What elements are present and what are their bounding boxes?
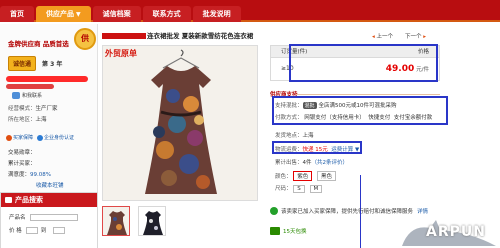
protection-icon	[6, 134, 12, 141]
search-panel-header: 产品搜索	[1, 193, 97, 207]
next-label: 下一个	[405, 34, 422, 40]
collect-shop-link[interactable]: 收藏本旺铺	[36, 181, 64, 189]
shop-title: 金牌供应商 品质首选	[8, 40, 69, 48]
buyer-protection-label: 买家保障	[13, 135, 34, 141]
row-key: 累计出售：	[275, 160, 303, 166]
redacted-company-subtitle	[6, 84, 54, 89]
stat-key: 累计买家：	[8, 161, 36, 167]
price-min-input[interactable]	[25, 227, 38, 234]
supplier-seal-icon: 供	[74, 28, 96, 50]
info-value: 上海	[35, 117, 47, 123]
trust-badge: 诚信通	[8, 56, 37, 71]
stat-medal: 交易勋章：	[8, 148, 36, 156]
size-row: 尺码： S M	[275, 184, 325, 193]
redacted-title-prefix	[102, 33, 146, 39]
color-row: 颜色： 紫色 黑色	[275, 171, 339, 181]
image-label: 外贸原单	[105, 49, 137, 58]
nav-wholesale-info[interactable]: 批发说明	[192, 6, 241, 22]
notice-text: 该卖家已加入买家保障，提供先行赔付和诚信保障服务	[281, 209, 414, 215]
highlight-support-box	[272, 96, 448, 125]
buyer-protection-notice: 该卖家已加入买家保障，提供先行赔付和诚信保障服务 详情	[270, 205, 470, 217]
next-product-link[interactable]: 下一个 ▸	[405, 32, 426, 40]
stat-buyers: 累计买家：	[8, 159, 36, 167]
size-option-m[interactable]: M	[309, 185, 323, 193]
product-name-field: 产品名	[9, 213, 78, 221]
reviews-link[interactable]: （共2条评价）	[312, 160, 349, 166]
dress-illustration	[103, 46, 257, 200]
prev-product-link[interactable]: ◂ 上一个	[372, 32, 393, 40]
row-key: 发货地点：	[275, 133, 303, 139]
product-pager: ◂ 上一个 下一个 ▸	[372, 32, 426, 40]
thumbnail-2[interactable]	[138, 206, 166, 236]
product-title-text: 连衣裙批发 夏装新款雪纺花色连衣裙	[147, 32, 254, 40]
chat-icon[interactable]	[12, 92, 20, 99]
stat-satisfaction: 满意度：99.08%	[8, 170, 51, 178]
contact-link[interactable]: 和我联系	[22, 92, 42, 99]
notice-details-link[interactable]: 详情	[417, 207, 428, 215]
product-search-panel: 产品搜索 产品名 价 格 到	[0, 192, 98, 248]
exchange-policy: 15天包换	[270, 227, 307, 235]
size-option-s[interactable]: S	[293, 185, 305, 193]
row-key: 尺码：	[275, 186, 292, 192]
identity-label: 企业身份认证	[44, 135, 75, 141]
thumbnail-1[interactable]	[102, 206, 130, 236]
info-value: 生产厂家	[35, 106, 58, 112]
price-max-input[interactable]	[53, 227, 66, 234]
search-panel-title: 产品搜索	[15, 196, 43, 204]
nav-products-label: 供应产品	[46, 10, 74, 18]
sold-row: 累计出售：4件（共2条评价）	[275, 158, 348, 166]
location-row: 所在地区：上海	[8, 115, 47, 123]
nav-contact[interactable]: 联系方式	[142, 6, 191, 22]
thumbnail-image	[139, 207, 165, 235]
identity-icon	[37, 134, 44, 141]
ship-from-value: 上海	[302, 133, 314, 139]
color-option-purple[interactable]: 紫色	[293, 171, 313, 181]
chevron-down-icon: ▼	[76, 11, 81, 18]
field-label: 产品名	[9, 215, 26, 221]
row-key: 颜色：	[275, 174, 292, 180]
sold-value: 4件	[302, 160, 312, 166]
highlight-price-box	[289, 44, 438, 82]
shield-icon	[270, 207, 278, 215]
thumbnail-image	[103, 207, 129, 235]
range-separator: 到	[40, 228, 47, 234]
buyer-protection-link[interactable]: 买家保障	[6, 134, 33, 141]
top-nav-bar: 首页 供应产品 ▼ 诚信档案 联系方式 批发说明	[0, 0, 500, 22]
color-option-black[interactable]: 黑色	[317, 171, 337, 181]
thumbnail-strip	[102, 206, 166, 236]
info-key: 所在地区：	[8, 117, 36, 123]
section-divider	[296, 94, 440, 95]
search-panel-icon	[5, 197, 12, 203]
ship-from-row: 发货地点：上海	[275, 131, 314, 139]
nav-credit-archive[interactable]: 诚信档案	[92, 6, 141, 22]
prev-label: 上一个	[376, 34, 394, 40]
trust-badge-row: 诚信通 第 3 年	[8, 56, 62, 71]
exchange-icon	[270, 227, 280, 235]
redacted-company-name	[6, 76, 88, 82]
exchange-text: 15天包换	[283, 229, 307, 235]
product-title: 连衣裙批发 夏装新款雪纺花色连衣裙	[102, 30, 253, 40]
membership-years: 第 3 年	[42, 61, 63, 68]
product-name-input[interactable]	[29, 214, 78, 221]
stat-value: 99.08%	[30, 172, 51, 178]
identity-link[interactable]: 企业身份认证	[37, 134, 74, 141]
main-nav: 首页 供应产品 ▼ 诚信档案 联系方式 批发说明	[0, 6, 243, 22]
stat-key: 交易勋章：	[8, 150, 36, 156]
nav-home[interactable]: 首页	[0, 6, 34, 22]
watermark-text: ARPUN	[426, 224, 486, 240]
field-label: 价 格	[9, 228, 22, 234]
trust-links: 买家保障 企业身份认证	[6, 134, 74, 141]
nav-products[interactable]: 供应产品 ▼	[36, 6, 91, 22]
product-main-image[interactable]: 外贸原单	[102, 45, 258, 201]
stat-key: 满意度：	[8, 172, 31, 178]
highlight-logistics-box	[272, 141, 362, 154]
price-range-field: 价 格到	[9, 226, 66, 234]
sidebar: 金牌供应商 品质首选 供 诚信通 第 3 年 和我联系 经营模式：生产厂家 所在…	[0, 24, 98, 248]
info-key: 经营模式：	[8, 106, 36, 112]
arrow-right-icon: ▸	[421, 34, 427, 40]
business-model-row: 经营模式：生产厂家	[8, 104, 58, 112]
